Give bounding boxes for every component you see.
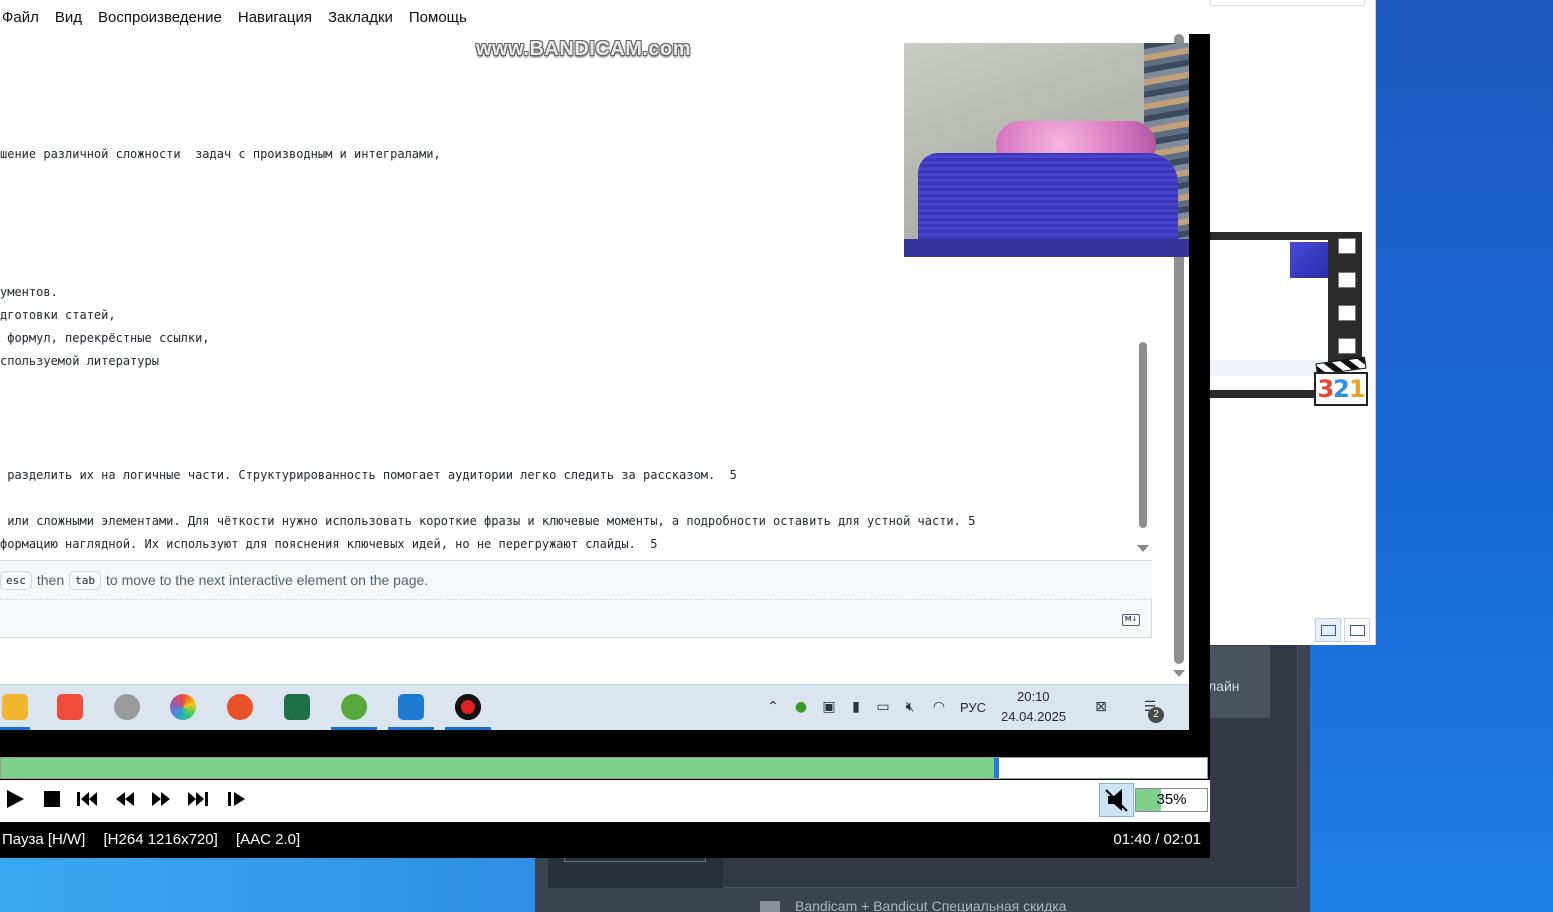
stop-icon[interactable] [38, 788, 64, 814]
time-display: 01:40 / 02:01 [1113, 831, 1201, 848]
taskbar-active-indicator [331, 727, 377, 730]
editor-scrollbar-thumb [1139, 342, 1147, 528]
menu-playback[interactable]: Воспроизведение [98, 9, 222, 26]
menu-navigation[interactable]: Навигация [238, 9, 312, 26]
mpc-side-window-field[interactable] [1210, 0, 1365, 6]
recorded-taskbar: ⌃ ● ▣ ▮ ▭ 🔇︎ ◠ РУС 20:10 24.04.2025 ⊠ ☰ … [0, 684, 1189, 730]
markdown-footer [0, 600, 1152, 638]
filmstrip-thumbnail [1290, 242, 1328, 278]
hint-then: then [36, 572, 65, 588]
editor-line: шение различной сложности задач с произв… [0, 147, 441, 161]
fast-forward-icon[interactable] [148, 788, 174, 814]
vscode-icon [398, 694, 424, 720]
esc-key-hint: esc [0, 570, 32, 590]
playback-state: Пауза [H/W] [2, 831, 86, 848]
playback-controls: 35% [0, 780, 1210, 822]
volume-slider[interactable]: 35% [1135, 788, 1208, 812]
menu-help[interactable]: Помощь [409, 9, 467, 26]
tray-bandicam-icon: ⊠ [1095, 699, 1107, 715]
taskbar-active-indicator [0, 727, 30, 730]
tray-clock-date: 24.04.2025 [1001, 709, 1067, 724]
tab-key-hint: tab [69, 570, 101, 590]
mpc-logo-icon: 321 [1314, 356, 1370, 408]
notification-badge: 2 [1148, 707, 1164, 723]
seek-bar[interactable] [0, 757, 1208, 779]
tray-app-icon: ● [794, 699, 808, 715]
tray-battery-icon: ▭ [876, 699, 890, 715]
frame-step-icon[interactable] [224, 788, 250, 814]
markdown-icon: M↓ [1122, 614, 1140, 626]
menu-bar: Файл Вид Воспроизведение Навигация Закла… [0, 0, 1210, 34]
tray-wifi-icon: ◠ [932, 699, 946, 715]
skip-next-icon[interactable] [185, 788, 211, 814]
taskbar-active-indicator [445, 727, 491, 730]
bandicam-footer-icon [760, 901, 780, 912]
tray-volume-muted-icon: 🔇︎ [905, 699, 915, 715]
taskbar-active-indicator [388, 727, 434, 730]
audio-codec-info: [AAC 2.0] [235, 831, 301, 848]
status-bar: Пауза [H/W] [H264 1216x720] [AAC 2.0] 01… [0, 822, 1210, 858]
video-frame[interactable]: шение различной сложности задач с произв… [0, 34, 1189, 730]
bandicam-watermark: www.BANDICAM.com [476, 38, 692, 60]
media-player-window: Файл Вид Воспроизведение Навигация Закла… [0, 0, 1210, 858]
utorrent-icon [341, 694, 367, 720]
editor-line: дготовки статей, [0, 308, 116, 322]
bandicam-record-icon [455, 694, 481, 720]
editor-line: разделить их на логичные части. Структур… [0, 468, 737, 482]
menu-file[interactable]: Файл [2, 9, 39, 26]
hint-text: to move to the next interactive element … [106, 572, 429, 588]
mute-button[interactable] [1099, 783, 1134, 817]
play-icon[interactable] [2, 788, 28, 814]
editor-line: или сложными элементами. Для чёткости ну… [0, 514, 976, 528]
bandicam-footer-text[interactable]: Bandicam + Bandicut Специальная скидка [795, 898, 1066, 912]
page-scroll-down-icon [1173, 670, 1185, 677]
desktop-glow [0, 850, 540, 912]
video-codec-info: [H264 1216x720] [103, 831, 218, 848]
seek-bar-progress [1, 758, 994, 778]
list-view-button[interactable] [1315, 618, 1341, 642]
rewind-icon[interactable] [112, 788, 138, 814]
editor-line: ументов. [0, 285, 58, 299]
bandicam-online-label: лайн [1208, 678, 1240, 694]
file-explorer-icon [2, 694, 28, 720]
editor-scroll-down-icon [1137, 545, 1149, 552]
wps-office-icon [227, 694, 253, 720]
tray-chevron-up-icon: ⌃ [767, 699, 779, 715]
tray-language: РУС [960, 700, 987, 715]
excel-icon [284, 694, 310, 720]
snipping-tool-icon [114, 694, 140, 720]
tray-clock-time: 20:10 [1017, 689, 1050, 704]
seek-bar-thumb[interactable] [994, 758, 999, 778]
editor-line: формул, перекрёстные ссылки, [0, 331, 210, 345]
tray-microphone-icon: ▮ [852, 699, 860, 715]
skip-previous-icon[interactable] [74, 788, 100, 814]
editor-line: спользуемой литературы [0, 354, 159, 368]
webcam-overlay [904, 43, 1189, 257]
anydesk-icon [57, 694, 83, 720]
chromium-icon [170, 694, 196, 720]
menu-bookmarks[interactable]: Закладки [328, 9, 393, 26]
thumbnail-view-button[interactable] [1344, 618, 1370, 642]
volume-percent: 35% [1156, 791, 1187, 808]
speaker-muted-icon [1105, 789, 1128, 812]
keyboard-hint-bar: esc then tab to move to the next interac… [0, 560, 1152, 600]
tray-camera-icon: ▣ [822, 699, 836, 715]
editor-line: формацию наглядной. Их используют для по… [0, 537, 658, 551]
menu-view[interactable]: Вид [55, 9, 82, 26]
